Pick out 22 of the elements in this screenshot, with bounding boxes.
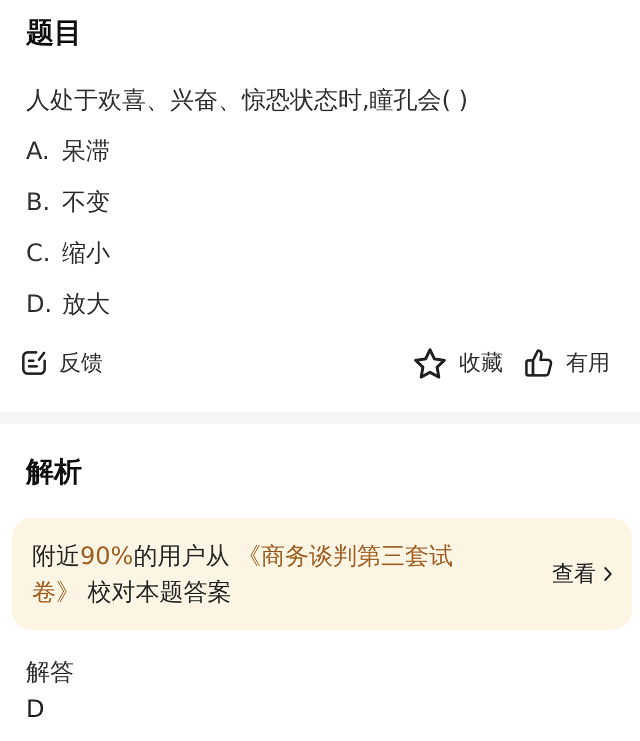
favorite-button[interactable]: 收藏 xyxy=(414,348,503,378)
option-text: 缩小 xyxy=(62,238,110,268)
feedback-icon xyxy=(22,351,46,375)
answer-label: 解答 xyxy=(26,657,74,688)
section-title: 题目 xyxy=(26,15,82,51)
option-letter: A. xyxy=(26,136,51,164)
star-icon xyxy=(414,348,446,378)
option-text: 放大 xyxy=(62,288,110,320)
option-letter: C. xyxy=(26,238,52,266)
banner-text: 附近90%的用户从 《商务谈判第三套试卷》 校对本题答案 xyxy=(32,541,454,608)
answer-value: D xyxy=(26,694,44,725)
thumbs-up-icon xyxy=(525,349,553,377)
question-text: 人处于欢喜、兴奋、惊恐状态时,瞳孔会( ) xyxy=(26,85,468,116)
chevron-icon xyxy=(604,567,612,581)
feedback-button[interactable]: 反馈 xyxy=(26,348,103,378)
view-link[interactable]: 查看 xyxy=(552,559,612,589)
section-title: 解析 xyxy=(26,454,82,490)
option-text: 不变 xyxy=(62,186,110,218)
option-letter: D. xyxy=(26,290,54,318)
option-letter: B. xyxy=(26,188,52,216)
option-text: 呆滞 xyxy=(62,136,110,166)
useful-button[interactable]: 有用 xyxy=(525,348,610,378)
